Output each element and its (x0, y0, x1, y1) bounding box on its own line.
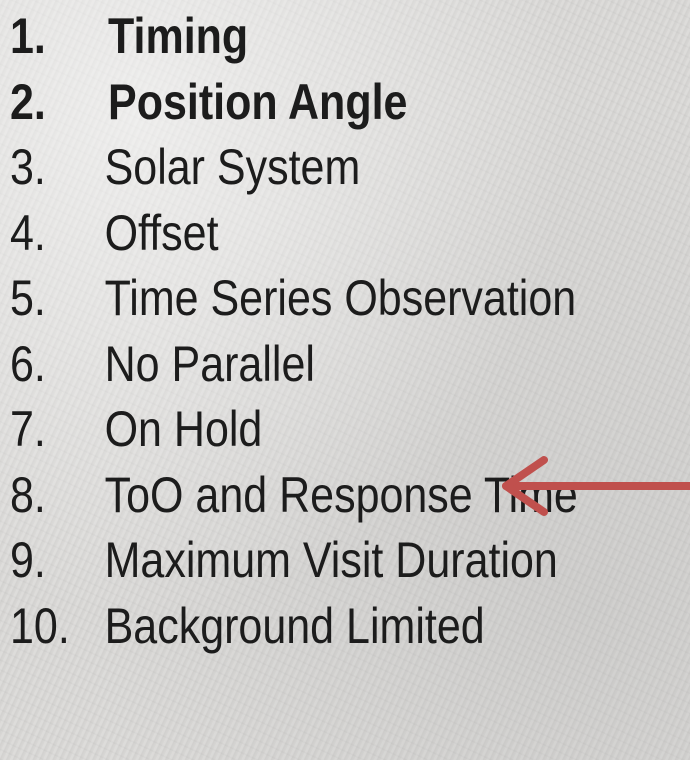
item-label: No Parallel (104, 335, 315, 392)
item-number: 1. (10, 8, 46, 64)
item-number: 2. (10, 73, 46, 130)
item-label: On Hold (104, 401, 263, 457)
item-number: 5. (10, 270, 46, 326)
item-number: 6. (10, 335, 46, 392)
item-label: Timing (108, 8, 249, 64)
list-item-too-and-response-time: 8. ToO and Response Time (10, 463, 578, 529)
item-label: Time Series Observation (104, 270, 577, 326)
item-label: Solar System (104, 139, 361, 195)
item-label: Maximum Visit Duration (104, 532, 558, 588)
list-item-timing: 1. Timing (10, 4, 578, 70)
requirements-list: 1. Timing 2. Position Angle 3. Solar System… (10, 4, 670, 659)
list-item-no-parallel: 6. No Parallel (10, 332, 578, 398)
left-arrow-icon (502, 456, 690, 516)
item-label: Position Angle (108, 73, 408, 130)
list-item-time-series-observation: 5. Time Series Observation (10, 266, 578, 332)
item-number: 10. (10, 597, 70, 654)
item-number: 4. (10, 204, 46, 261)
list-item-position-angle: 2. Position Angle (10, 70, 578, 136)
item-number: 9. (10, 532, 46, 588)
list-item-solar-system: 3. Solar System (10, 135, 578, 201)
item-number: 7. (10, 401, 46, 457)
item-label: Background Limited (104, 597, 485, 654)
list-item-offset: 4. Offset (10, 201, 578, 267)
item-label: Offset (104, 204, 219, 261)
list-item-maximum-visit-duration: 9. Maximum Visit Duration (10, 528, 578, 594)
list-item-on-hold: 7. On Hold (10, 397, 578, 463)
item-number: 8. (10, 466, 46, 523)
list-item-background-limited: 10. Background Limited (10, 594, 578, 660)
item-number: 3. (10, 139, 46, 195)
